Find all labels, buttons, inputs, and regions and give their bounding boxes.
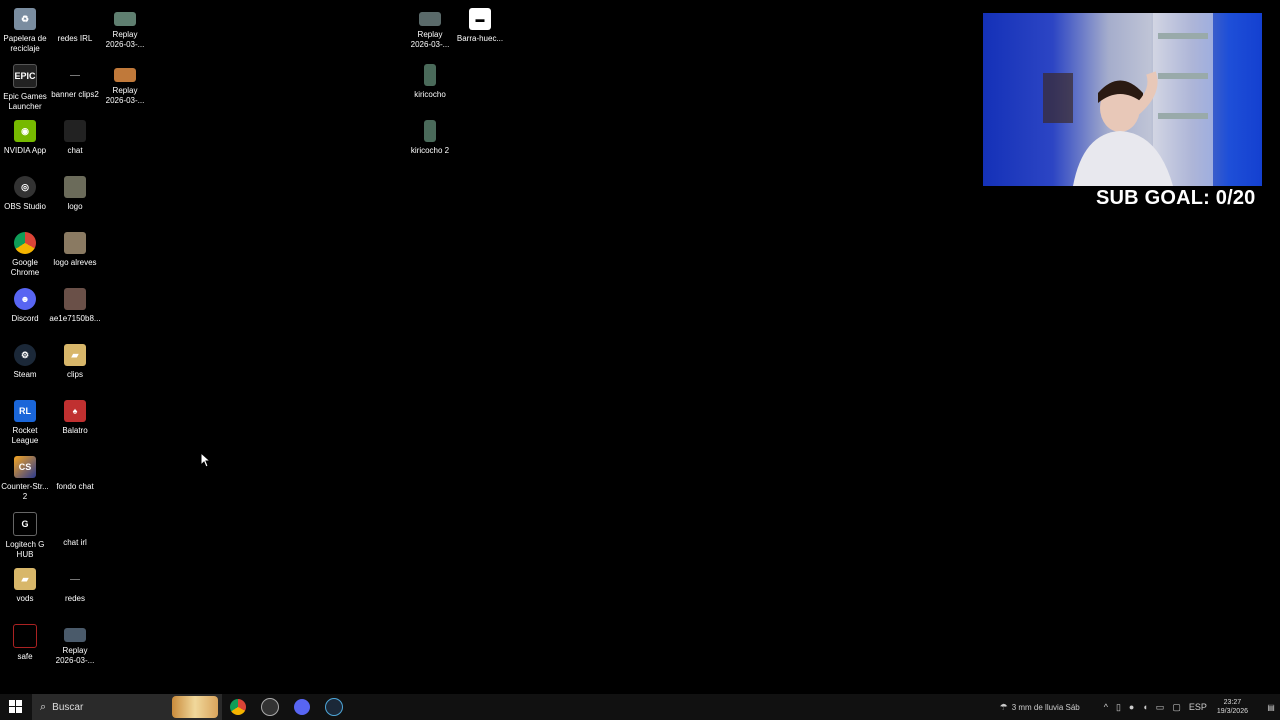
clock-time: 23:27 [1223, 699, 1242, 706]
folder-icon: ▰ [64, 344, 86, 366]
webcam-person-icon [1043, 13, 1213, 186]
desktop-icon-obs[interactable]: ◎ OBS Studio [0, 172, 50, 212]
folder-icon: ▰ [14, 568, 36, 590]
video-file-icon [114, 68, 136, 82]
taskbar-discord[interactable] [286, 694, 318, 720]
webcam-overlay [983, 13, 1262, 186]
desktop-icon-replay-2[interactable]: Replay 2026-03-... [100, 60, 150, 106]
desktop-icon-nvidia[interactable]: ◉ NVIDIA App [0, 116, 50, 156]
desktop-icon-kiricocho[interactable]: kiricocho [405, 60, 455, 100]
image-file-icon [424, 120, 436, 142]
clock[interactable]: 23:27 19/3/2026 [1217, 698, 1248, 716]
desktop-icon-barra-hueca[interactable]: ▬ Barra-huec... [455, 4, 505, 44]
search-box[interactable]: ⌕ Buscar [32, 694, 222, 720]
battery-icon[interactable]: ▢ [1172, 702, 1181, 713]
mouse-cursor-icon [200, 452, 212, 468]
rocket-league-icon: RL [14, 400, 36, 422]
desktop-icon-epic-games[interactable]: EPIC Epic Games Launcher [0, 60, 50, 112]
desktop-icon-banner-clips2[interactable]: banner clips2 [50, 60, 100, 100]
network-icon[interactable]: ▭ [1156, 702, 1165, 713]
taskbar: ⌕ Buscar ☂ 3 mm de lluvia Sáb ^ ▯ ● ◖ ▭ … [0, 694, 1280, 720]
system-tray: ☂ 3 mm de lluvia Sáb ^ ▯ ● ◖ ▭ ▢ ESP 23:… [996, 694, 1280, 720]
taskbar-chrome[interactable] [222, 694, 254, 720]
chrome-icon [230, 699, 246, 715]
clock-date: 19/3/2026 [1216, 708, 1248, 715]
language-indicator[interactable]: ESP [1189, 702, 1207, 712]
discord-icon [294, 699, 310, 715]
desktop-icon-replay-3[interactable]: Replay 2026-03-... [405, 4, 455, 50]
file-icon [13, 624, 37, 648]
image-file-icon [64, 456, 86, 478]
image-file-icon: ▬ [469, 8, 491, 30]
desktop-icon-logo-alreves[interactable]: logo alreves [50, 228, 100, 268]
nvidia-icon: ◉ [14, 120, 36, 142]
video-file-icon [419, 12, 441, 26]
desktop-icon-replay-1[interactable]: Replay 2026-03-... [100, 4, 150, 50]
desktop-icon-rocket-league[interactable]: RL Rocket League [0, 396, 50, 446]
video-file-icon [64, 628, 86, 642]
desktop-icon-discord[interactable]: ☻ Discord [0, 284, 50, 324]
desktop-icon-logo[interactable]: logo [50, 172, 100, 212]
recycle-bin-icon: ♻ [14, 8, 36, 30]
video-file-icon [114, 12, 136, 26]
desktop-icon-redes[interactable]: redes [50, 564, 100, 604]
desktop-icon-clips[interactable]: ▰ clips [50, 340, 100, 380]
weather-icon: ☂ [999, 701, 1008, 712]
counter-strike-icon: CS [14, 456, 36, 478]
image-file-icon [64, 232, 86, 254]
balatro-icon: ♠ [64, 400, 86, 422]
image-file-icon [64, 176, 86, 198]
discord-icon: ☻ [14, 288, 36, 310]
notification-icon[interactable]: ▤ [1262, 703, 1280, 712]
microphone-icon[interactable]: ● [1129, 702, 1134, 712]
taskbar-obs[interactable] [254, 694, 286, 720]
desktop-icon-logitech[interactable]: G Logitech G HUB [0, 508, 50, 560]
image-file-icon [424, 64, 436, 86]
desktop-icon-counter-strike[interactable]: CS Counter-Str... 2 [0, 452, 50, 502]
desktop-icon-recycle-bin[interactable]: ♻ Papelera de reciclaje [0, 4, 50, 54]
chrome-icon [14, 232, 36, 254]
weather-text[interactable]: 3 mm de lluvia Sáb [1012, 703, 1080, 712]
steam-icon: ⚙ [14, 344, 36, 366]
desktop-icon-redes-irl[interactable]: redes IRL [50, 4, 100, 44]
desktop-icon-chrome[interactable]: Google Chrome [0, 228, 50, 278]
desktop-icon-kiricocho-2[interactable]: kiricocho 2 [405, 116, 455, 156]
desktop-icon-safe[interactable]: safe [0, 620, 50, 662]
volume-icon[interactable]: ◖ [1142, 702, 1147, 712]
file-icon [64, 8, 86, 30]
chevron-up-icon[interactable]: ^ [1104, 702, 1108, 712]
steam-icon [325, 698, 343, 716]
image-file-icon [64, 568, 86, 590]
desktop: ♻ Papelera de reciclaje EPIC Epic Games La… [0, 0, 1280, 694]
usb-icon[interactable]: ▯ [1116, 702, 1121, 713]
start-button[interactable] [0, 694, 32, 720]
image-file-icon [64, 512, 86, 534]
image-file-icon [64, 120, 86, 142]
desktop-icon-balatro[interactable]: ♠ Balatro [50, 396, 100, 436]
obs-icon: ◎ [14, 176, 36, 198]
image-file-icon [64, 64, 86, 86]
search-input[interactable]: Buscar [52, 702, 83, 713]
sub-goal-text: SUB GOAL: 0/20 [1096, 187, 1256, 209]
search-icon: ⌕ [40, 700, 47, 713]
image-file-icon [64, 288, 86, 310]
logitech-icon: G [13, 512, 37, 536]
desktop-icon-replay-4[interactable]: Replay 2026-03-... [50, 620, 100, 666]
desktop-icon-vods[interactable]: ▰ vods [0, 564, 50, 604]
obs-icon [261, 698, 279, 716]
taskbar-steam[interactable] [318, 694, 350, 720]
desktop-icon-fondo-chat[interactable]: fondo chat [50, 452, 100, 492]
desktop-icon-steam[interactable]: ⚙ Steam [0, 340, 50, 380]
search-highlight-icon [172, 696, 218, 718]
windows-icon [9, 700, 22, 713]
desktop-icon-ae1e7150b8[interactable]: ae1e7150b8... [49, 284, 101, 324]
epic-games-icon: EPIC [13, 64, 37, 88]
desktop-icon-chat-irl[interactable]: chat irl [50, 508, 100, 548]
desktop-icon-chat[interactable]: chat [50, 116, 100, 156]
